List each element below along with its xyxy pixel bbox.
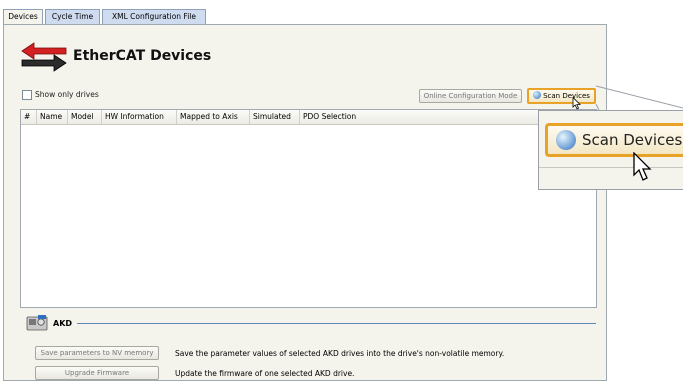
save-parameters-button[interactable]: Save parameters to NV memory (35, 346, 159, 360)
column-header-model[interactable]: Model (68, 110, 102, 124)
column-header-hw-information[interactable]: HW Information (102, 110, 177, 124)
zoomed-scan-devices-label: Scan Devices (582, 131, 683, 149)
akd-section-label: AKD (53, 319, 73, 328)
show-only-drives-label: Show only drives (35, 90, 99, 99)
zoom-divider (539, 167, 683, 168)
upgrade-firmware-button[interactable]: Upgrade Firmware (35, 366, 159, 380)
column-header-name[interactable]: Name (37, 110, 68, 124)
column-header-index[interactable]: # (21, 110, 37, 124)
online-configuration-mode-button[interactable]: Online Configuration Mode (419, 89, 522, 103)
table-header: # Name Model HW Information Mapped to Ax… (21, 110, 596, 125)
column-header-simulated[interactable]: Simulated (250, 110, 300, 124)
mouse-cursor-icon (633, 152, 652, 181)
show-only-drives-checkbox[interactable] (22, 90, 32, 100)
tab-devices[interactable]: Devices (3, 9, 43, 25)
page-title: EtherCAT Devices (73, 48, 212, 64)
akd-section-divider (77, 323, 596, 324)
upgrade-firmware-description: Update the firmware of one selected AKD … (175, 369, 355, 378)
zoom-callout: Scan Devices (538, 110, 683, 190)
akd-drive-icon (26, 315, 48, 331)
devices-table[interactable]: # Name Model HW Information Mapped to Ax… (20, 109, 597, 308)
scan-devices-button[interactable]: Scan Devices (527, 88, 596, 104)
scan-icon (533, 91, 542, 99)
column-header-mapped-to-axis[interactable]: Mapped to Axis (177, 110, 250, 124)
zoomed-scan-devices-button: Scan Devices (545, 123, 683, 157)
save-parameters-description: Save the parameter values of selected AK… (175, 349, 505, 358)
mouse-cursor-icon (572, 97, 581, 110)
scan-icon (556, 130, 576, 150)
tab-cycle-time[interactable]: Cycle Time (45, 9, 100, 24)
ethercat-arrows-icon (21, 42, 67, 72)
scan-devices-label: Scan Devices (543, 92, 590, 100)
tab-xml-configuration-file[interactable]: XML Configuration File (102, 9, 206, 24)
